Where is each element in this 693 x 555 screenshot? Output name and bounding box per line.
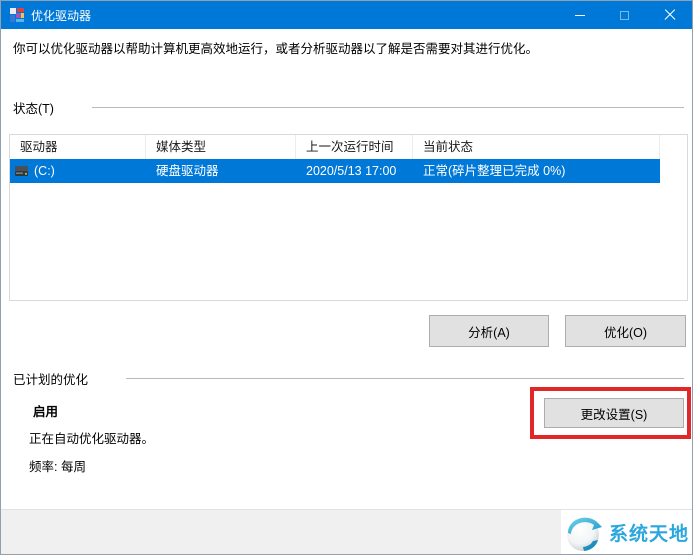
table-header: 驱动器 媒体类型 上一次运行时间 当前状态 xyxy=(10,135,687,159)
status-group-label: 状态(T) xyxy=(13,102,54,116)
cell-last-run: 2020/5/13 17:00 xyxy=(306,164,397,178)
scheduled-group-header: 已计划的优化 xyxy=(13,369,684,388)
column-header-current-status[interactable]: 当前状态 xyxy=(413,135,660,159)
maximize-button xyxy=(602,1,647,29)
hard-drive-icon xyxy=(15,166,28,176)
window-controls xyxy=(557,1,692,29)
maximize-icon xyxy=(620,10,629,20)
cell-media-type: 硬盘驱动器 xyxy=(156,164,219,178)
scheduled-group-label: 已计划的优化 xyxy=(13,373,89,387)
cell-drive: (C:) xyxy=(10,159,146,183)
dialog-description: 你可以优化驱动器以帮助计算机更高效地运行，或者分析驱动器以了解是否需要对其进行优… xyxy=(13,42,539,56)
titlebar[interactable]: 优化驱动器 xyxy=(1,1,692,29)
scheduled-description: 正在自动优化驱动器。 xyxy=(29,432,155,446)
analyze-button[interactable]: 分析(A) xyxy=(429,315,549,347)
scheduled-frequency: 频率: 每周 xyxy=(29,460,86,474)
window-title: 优化驱动器 xyxy=(31,8,92,23)
column-header-last-run[interactable]: 上一次运行时间 xyxy=(296,135,413,159)
watermark-text: 系统天地 xyxy=(608,523,689,545)
change-settings-button[interactable]: 更改设置(S) xyxy=(544,398,684,428)
column-header-drive[interactable]: 驱动器 xyxy=(10,135,146,159)
cell-drive-label: (C:) xyxy=(34,164,55,178)
defrag-app-icon xyxy=(10,8,24,22)
scheduled-state-label: 启用 xyxy=(33,405,59,419)
close-button[interactable] xyxy=(647,1,692,29)
status-group-header: 状态(T) xyxy=(13,98,684,117)
watermark: 系统天地 xyxy=(560,510,692,554)
optimize-drives-window: 优化驱动器 你可以优化驱动器以帮助计算机更高效地运行，或者分析驱动器以了解是否需… xyxy=(0,0,693,555)
scheduled-group-divider xyxy=(126,378,684,379)
optimize-button[interactable]: 优化(O) xyxy=(565,315,686,347)
cell-current-status: 正常(碎片整理已完成 0%) xyxy=(423,164,566,178)
drives-table[interactable]: 驱动器 媒体类型 上一次运行时间 当前状态 (C:) 硬盘驱动器 2020/5/… xyxy=(9,134,688,301)
close-icon xyxy=(664,9,676,21)
watermark-globe-icon xyxy=(566,517,602,551)
column-header-media-type[interactable]: 媒体类型 xyxy=(146,135,296,159)
status-group-divider xyxy=(91,107,684,108)
minimize-icon xyxy=(574,14,585,16)
table-row-drive-c[interactable]: (C:) 硬盘驱动器 2020/5/13 17:00 正常(碎片整理已完成 0%… xyxy=(10,159,660,183)
minimize-button[interactable] xyxy=(557,1,602,29)
